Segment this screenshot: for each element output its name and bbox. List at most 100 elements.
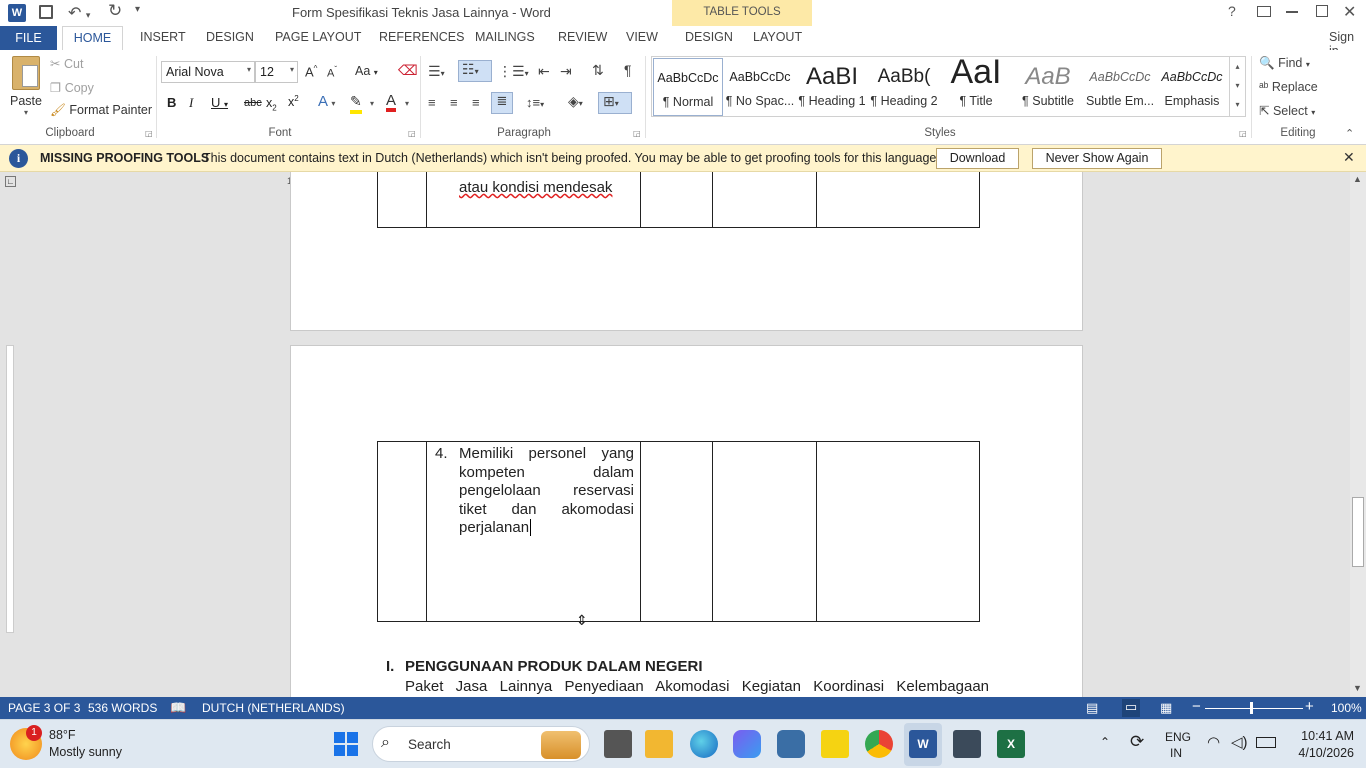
scroll-up-icon[interactable]: ▲ [1353, 174, 1362, 184]
style-subtitle[interactable]: AaB ¶ Subtitle [1013, 58, 1083, 116]
calculator-icon[interactable] [953, 730, 981, 758]
font-color-icon[interactable]: A [386, 93, 397, 112]
copy-button[interactable]: ❐ Copy [50, 80, 94, 95]
format-painter-button[interactable]: 🖌 Format Painter [50, 103, 152, 118]
show-marks-icon[interactable]: ¶ [624, 62, 632, 78]
close-icon[interactable]: ✕ [1343, 2, 1356, 22]
font-name-select[interactable]: Arial Nova ▾ [161, 61, 255, 83]
word-taskbar-icon[interactable]: W [909, 730, 937, 758]
table-cell[interactable] [640, 441, 713, 622]
never-show-again-button[interactable]: Never Show Again [1032, 148, 1162, 169]
align-left-icon[interactable]: ≡ [428, 95, 436, 110]
table-cell[interactable] [816, 172, 980, 228]
style-emphasis[interactable]: AaBbCcDc Emphasis [1157, 58, 1227, 116]
scroll-down-icon[interactable]: ▼ [1353, 683, 1362, 693]
table-cell[interactable]: atau kondisi mendesak [426, 172, 641, 228]
sort-icon[interactable]: ⇅ [592, 62, 604, 79]
file-explorer-icon[interactable] [645, 730, 673, 758]
zoom-in-icon[interactable]: + [1305, 698, 1314, 715]
increase-indent-icon[interactable]: ⇥ [560, 63, 572, 80]
vertical-scrollbar[interactable]: ▲ ▼ [1350, 172, 1366, 697]
input-region[interactable]: IN [1170, 746, 1182, 760]
chrome-icon[interactable] [865, 730, 893, 758]
table-cell-requirement[interactable]: 4. Memiliki personel yang kompeten dalam… [426, 441, 641, 622]
sync-icon[interactable]: ⟳ [1130, 732, 1144, 752]
word-count[interactable]: 536 WORDS [88, 701, 157, 715]
close-message-icon[interactable]: ✕ [1343, 149, 1355, 166]
subscript-icon[interactable]: x2 [266, 96, 277, 113]
table-cell[interactable] [712, 441, 817, 622]
numbering-icon[interactable]: ☷▾ [458, 60, 492, 82]
start-icon[interactable] [334, 732, 358, 756]
scroll-thumb[interactable] [1352, 497, 1364, 567]
excel-icon[interactable]: X [997, 730, 1025, 758]
table-cell[interactable] [712, 172, 817, 228]
minimize-icon[interactable] [1286, 11, 1298, 13]
table-cell[interactable] [640, 172, 713, 228]
styles-scroll[interactable]: ▴ ▾ ▾ [1229, 57, 1245, 116]
shrink-font-icon[interactable]: Aˇ [327, 65, 337, 80]
tab-references[interactable]: REFERENCES [379, 30, 464, 44]
task-view-icon[interactable] [604, 730, 632, 758]
paragraph-launcher-icon[interactable]: ◲ [633, 129, 641, 138]
superscript-icon[interactable]: x2 [288, 94, 299, 109]
grow-font-icon[interactable]: A^ [305, 64, 317, 79]
wifi-icon[interactable]: ◠ [1207, 733, 1220, 751]
select-button[interactable]: ⇱ Select ▾ [1259, 103, 1315, 118]
tab-table-design[interactable]: DESIGN [685, 30, 733, 44]
style-no-spacing[interactable]: AaBbCcDc ¶ No Spac... [725, 58, 795, 116]
repeat-icon[interactable]: ↻ [108, 1, 122, 21]
highlight-dropdown-icon[interactable]: ▾ [370, 99, 374, 108]
underline-icon[interactable]: U ▾ [211, 95, 228, 110]
tab-home[interactable]: HOME [62, 26, 123, 51]
italic-icon[interactable]: I [189, 95, 193, 111]
bullets-icon[interactable]: ☰▾ [428, 63, 445, 80]
language-status[interactable]: DUTCH (NETHERLANDS) [202, 701, 345, 715]
clock-date[interactable]: 4/10/2026 [1288, 746, 1354, 760]
collapse-ribbon-icon[interactable]: ⌃ [1345, 127, 1354, 140]
zoom-slider[interactable] [1205, 708, 1303, 709]
download-button[interactable]: Download [936, 148, 1019, 169]
replace-button[interactable]: ᵃᵇ Replace [1259, 80, 1318, 94]
styles-launcher-icon[interactable]: ◲ [1239, 129, 1247, 138]
tab-insert[interactable]: INSERT [140, 30, 186, 44]
tab-page-layout[interactable]: PAGE LAYOUT [275, 30, 361, 44]
tab-view[interactable]: VIEW [626, 30, 658, 44]
style-heading-1[interactable]: AaBI ¶ Heading 1 [797, 58, 867, 116]
tab-design[interactable]: DESIGN [206, 30, 254, 44]
print-layout-icon[interactable]: ▭ [1122, 699, 1140, 717]
table-cell[interactable] [377, 172, 427, 228]
camera-icon[interactable] [777, 730, 805, 758]
table-cell[interactable] [816, 441, 980, 622]
zoom-level[interactable]: 100% [1331, 701, 1362, 715]
multilevel-list-icon[interactable]: ⋮☰▾ [498, 63, 529, 80]
clear-formatting-icon[interactable]: ⌫ [398, 62, 418, 79]
highlight-icon[interactable]: ✎ [350, 93, 362, 114]
customize-qat-icon[interactable]: ▾ [135, 4, 140, 15]
undo-icon[interactable]: ↶ ▾ [68, 3, 90, 23]
weather-temp[interactable]: 88°F [49, 728, 76, 742]
page-count[interactable]: PAGE 3 OF 3 [8, 701, 80, 715]
text-effects-icon[interactable]: A ▾ [318, 93, 335, 110]
zoom-thumb[interactable] [1250, 702, 1253, 714]
battery-icon[interactable] [1256, 737, 1276, 748]
proofing-icon[interactable]: 📖 [170, 700, 186, 716]
change-case-button[interactable]: Aa ▾ [355, 64, 378, 78]
justify-icon[interactable]: ≣ [491, 92, 513, 114]
shading-icon[interactable]: ◈▾ [568, 93, 583, 110]
tab-table-layout[interactable]: LAYOUT [753, 30, 802, 44]
style-title[interactable]: AaI ¶ Title [941, 58, 1011, 116]
align-center-icon[interactable]: ≡ [450, 95, 458, 110]
zoom-out-icon[interactable]: − [1192, 698, 1201, 715]
save-icon[interactable] [39, 5, 53, 19]
input-language[interactable]: ENG [1165, 730, 1191, 744]
tab-selector-icon[interactable]: ∟ [5, 176, 16, 187]
bold-icon[interactable]: B [167, 95, 176, 110]
style-subtle-emphasis[interactable]: AaBbCcDc Subtle Em... [1085, 58, 1155, 116]
cut-button[interactable]: ✂ Cut [50, 56, 83, 71]
font-color-dropdown-icon[interactable]: ▾ [405, 99, 409, 108]
find-button[interactable]: 🔍 Find ▾ [1259, 56, 1310, 71]
clipboard-launcher-icon[interactable]: ◲ [145, 129, 153, 138]
web-layout-icon[interactable]: ▦ [1160, 700, 1172, 716]
clock-time[interactable]: 10:41 AM [1292, 729, 1354, 743]
